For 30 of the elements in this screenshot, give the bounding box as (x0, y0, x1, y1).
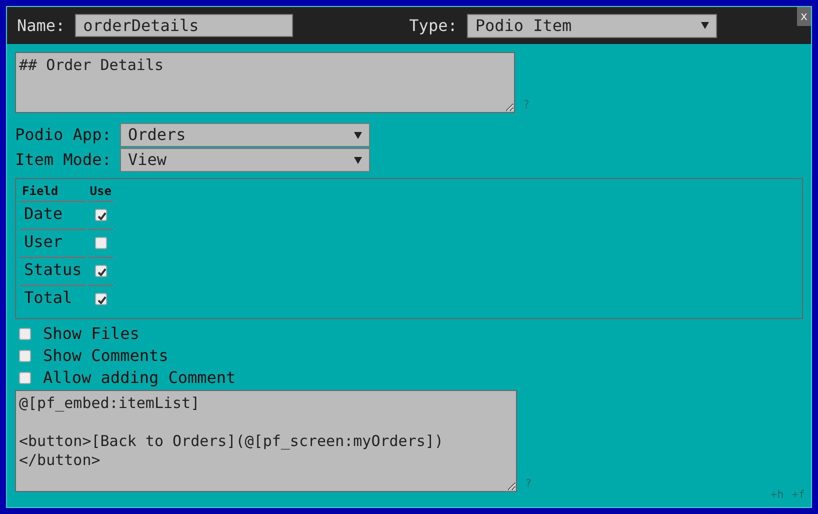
column-header: Use (88, 181, 114, 202)
checkbox[interactable] (94, 208, 107, 221)
type-select[interactable]: Podio Item (467, 14, 718, 38)
field-label: Item Mode: (15, 149, 112, 171)
table-cell: User (20, 230, 86, 258)
table-cell: Status (20, 258, 86, 286)
name-label: Name: (17, 14, 66, 36)
column-header: Field (20, 181, 86, 202)
caret-icon (701, 22, 710, 29)
field-label: Podio App: (15, 124, 112, 146)
option-label: Show Files (43, 323, 140, 345)
mode-select[interactable]: View (120, 148, 370, 172)
description-field[interactable]: ## Order Details (15, 52, 515, 113)
checkbox[interactable] (94, 292, 107, 305)
app-select[interactable]: Orders (120, 123, 370, 147)
checkbox[interactable] (19, 372, 31, 384)
caret-icon (354, 156, 362, 164)
checkbox[interactable] (19, 350, 31, 362)
checkbox[interactable] (94, 264, 107, 277)
table-cell-text: Total (23, 287, 74, 309)
checkbox[interactable] (94, 236, 107, 249)
type-label: Type: (409, 14, 458, 36)
option-label: Show Comments (43, 345, 168, 367)
name-field[interactable]: orderDetails (75, 14, 294, 37)
option-label: Allow adding Comment (43, 367, 236, 389)
checkbox[interactable] (19, 328, 31, 340)
close-button[interactable]: x (797, 7, 811, 26)
table-cell: Date (20, 202, 86, 230)
template-field[interactable]: @[pf_embed:itemList] <button>[Back to Orders](@[pf_screen:myOrders]) </button> (15, 390, 517, 492)
caret-icon (354, 132, 362, 138)
